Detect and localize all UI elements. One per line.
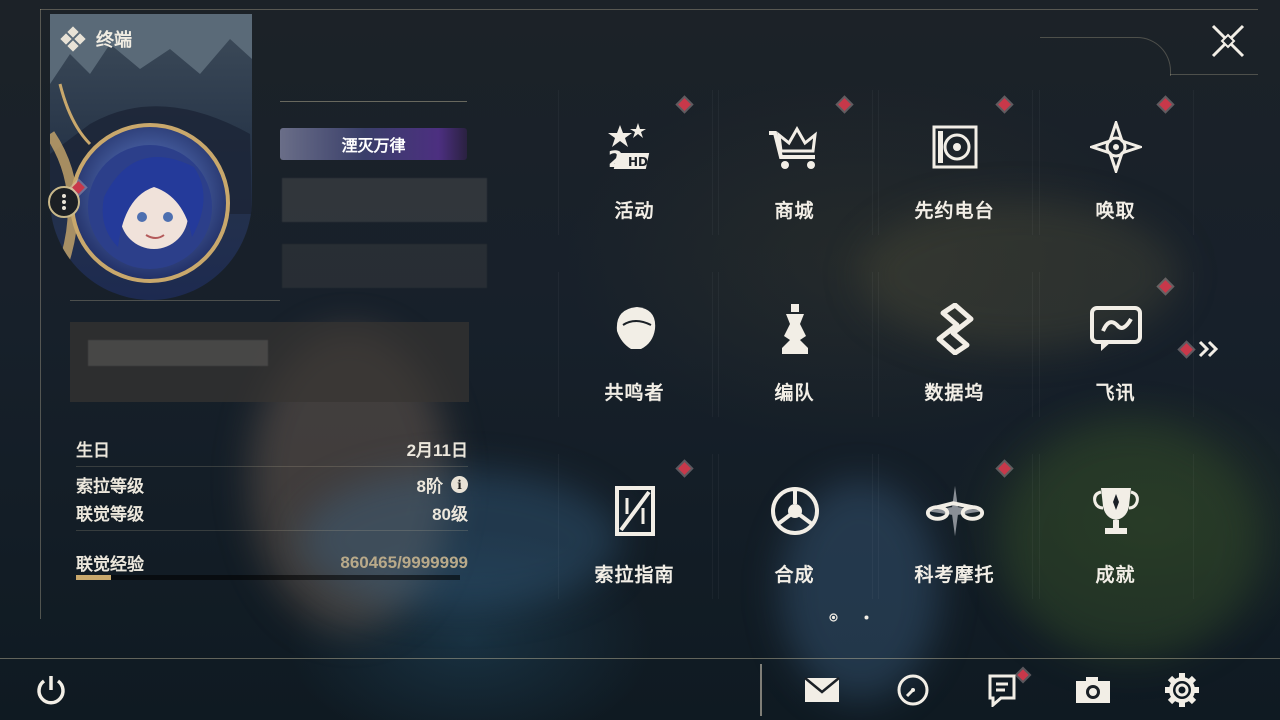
settings-button[interactable]: [1162, 670, 1202, 710]
stat-value: 80级: [432, 505, 468, 524]
page-indicator: [829, 613, 869, 622]
cell-frame: [558, 272, 713, 417]
signature-box[interactable]: [70, 322, 469, 402]
page-dot[interactable]: [864, 615, 869, 620]
xp-value: 860465/9999999: [340, 552, 468, 572]
stat-label: 生日: [76, 441, 110, 460]
bottom-separator: [760, 664, 762, 716]
uid-blurred: [282, 244, 487, 288]
power-button[interactable]: [31, 670, 71, 710]
menu-item-motorbike[interactable]: 科考摩托: [874, 454, 1035, 640]
stat-label: 联觉等级: [76, 505, 144, 524]
avatar-portrait: [88, 145, 212, 269]
menu-item-achievements[interactable]: 成就: [1035, 454, 1196, 640]
row-divider: [76, 466, 468, 467]
card-divider: [70, 300, 280, 301]
xp-progress-bar: [76, 575, 460, 580]
info-icon[interactable]: i: [451, 476, 468, 493]
menu-item-convene[interactable]: 唤取: [1035, 90, 1196, 276]
row-divider: [76, 530, 468, 531]
clock-icon: [897, 674, 929, 706]
close-icon: [1211, 24, 1245, 58]
cell-frame: [878, 272, 1033, 417]
stat-label: 索拉等级: [76, 477, 144, 496]
page-dot-active[interactable]: [829, 613, 838, 622]
gear-icon: [1165, 673, 1199, 707]
menu-item-team[interactable]: 编队: [714, 272, 875, 458]
cell-frame: [1039, 90, 1194, 235]
camera-button[interactable]: [1073, 670, 1113, 710]
menu-item-events[interactable]: 2HD 活动: [554, 90, 715, 276]
cell-frame: [718, 454, 873, 599]
menu-item-radio[interactable]: 先约电台: [874, 90, 1035, 276]
title-badge[interactable]: 湮灭万律: [280, 128, 467, 160]
camera-icon: [1076, 677, 1110, 703]
badge-dot: [1180, 342, 1193, 356]
stat-value: 8阶: [416, 477, 443, 496]
stat-row-birthday: 生日 2月11日: [76, 436, 468, 461]
xp-progress-fill: [76, 575, 111, 580]
cell-frame: [1039, 454, 1194, 599]
menu-item-messages[interactable]: 飞讯: [1035, 272, 1196, 458]
terminal-header: 终端: [60, 26, 132, 52]
mail-icon: [804, 677, 840, 702]
frame-corner: [1040, 37, 1171, 76]
stat-row-union-level: 联觉等级 80级: [76, 500, 468, 525]
cell-frame: [878, 90, 1033, 235]
cell-frame: [878, 454, 1033, 599]
cell-frame: [558, 454, 713, 599]
title-divider: [280, 101, 467, 102]
stat-row-sola-level: 索拉等级 8阶 i: [76, 472, 468, 497]
signature-blurred: [88, 340, 268, 366]
stat-value: 2月11日: [406, 441, 468, 460]
notice-button[interactable]: [982, 669, 1029, 710]
terminal-icon: [60, 26, 86, 52]
cell-frame: [718, 272, 873, 417]
xp-label: 联觉经验: [76, 555, 144, 574]
menu-item-data-dock[interactable]: 数据坞: [874, 272, 1035, 458]
next-page-button[interactable]: [1180, 340, 1221, 358]
menu-item-resonators[interactable]: 共鸣者: [554, 272, 715, 458]
bottom-divider: [0, 658, 1280, 659]
cell-frame: [718, 90, 873, 235]
menu-item-shop[interactable]: 商城: [714, 90, 875, 276]
username-blurred: [282, 178, 487, 222]
notice-icon: [988, 674, 1016, 707]
mail-button[interactable]: [802, 670, 842, 710]
menu-item-sola-guide[interactable]: 索拉指南: [554, 454, 715, 640]
frame-line-left: [40, 9, 41, 619]
terminal-label: 终端: [96, 30, 132, 50]
close-button[interactable]: [1207, 20, 1249, 62]
frame-line-top: [40, 9, 1258, 10]
more-vertical-icon: [62, 194, 66, 210]
stat-row-union-xp: 联觉经验 860465/9999999: [76, 550, 468, 575]
double-chevron-right-icon: [1198, 340, 1219, 358]
avatar[interactable]: [70, 123, 230, 283]
title-badge-label: 湮灭万律: [341, 138, 406, 155]
frame-line-right: [1170, 74, 1258, 75]
clock-button[interactable]: [893, 670, 933, 710]
cell-frame: [558, 90, 713, 235]
power-icon: [37, 676, 65, 705]
cell-frame: [1039, 272, 1194, 417]
